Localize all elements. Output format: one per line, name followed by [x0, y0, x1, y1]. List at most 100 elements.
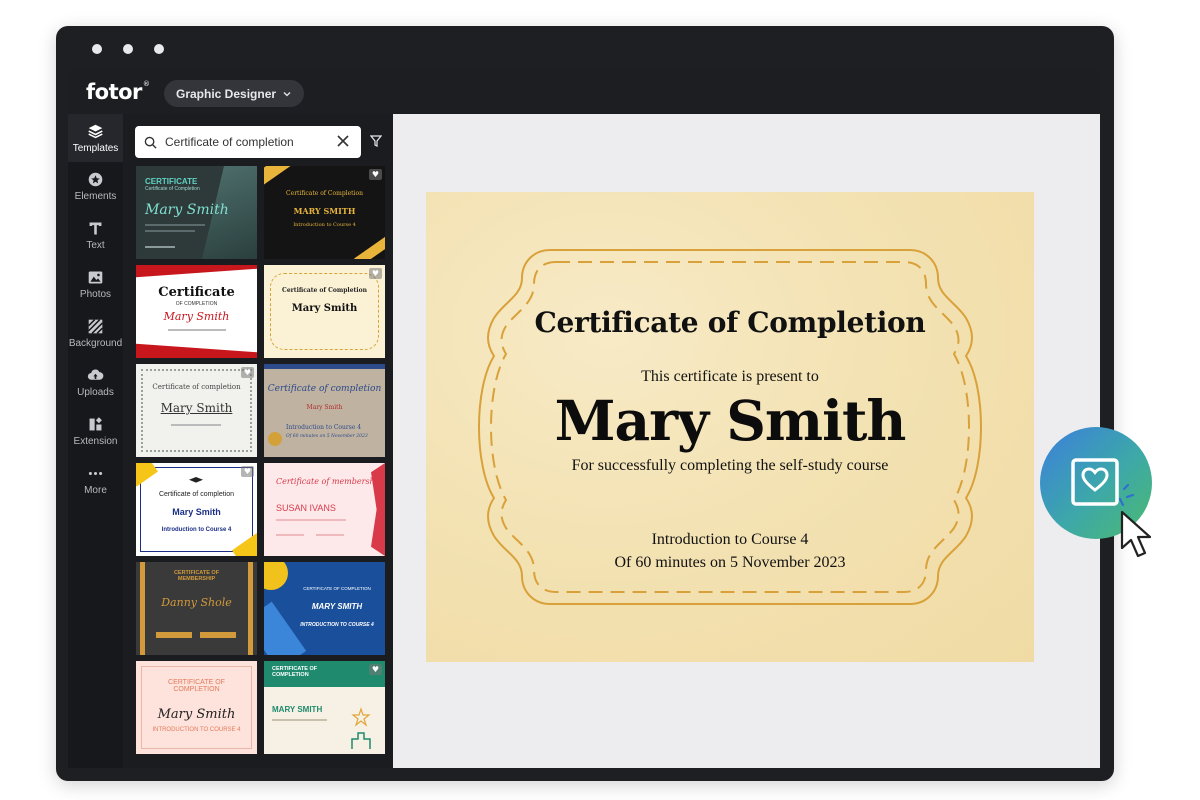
template-thumbnail[interactable]: ♥ Certificate of Completion Mary Smith — [264, 265, 385, 358]
template-name: Mary Smith — [306, 404, 343, 411]
template-name: MARY SMITH — [311, 602, 363, 611]
template-name: Mary Smith — [172, 507, 221, 517]
template-name: Mary Smith — [157, 707, 236, 722]
background-icon — [88, 319, 103, 334]
window-dot[interactable] — [154, 44, 164, 54]
extension-icon — [89, 417, 102, 431]
template-title: Certificate of Completion — [282, 287, 367, 294]
sidebar-label: Background — [68, 338, 123, 349]
template-name: Mary Smith — [291, 303, 358, 314]
template-title: Certificate of Completion — [286, 190, 363, 197]
template-name: Danny Shole — [161, 596, 232, 609]
sidebar-label: Extension — [73, 436, 118, 447]
certificate-canvas[interactable]: Certificate of Completion This certifica… — [426, 192, 1034, 662]
close-icon[interactable] — [336, 134, 350, 148]
template-title: CERTIFICATE OF COMPLETION — [303, 586, 371, 591]
design-canvas-area: Certificate of Completion This certifica… — [393, 114, 1100, 768]
sidebar-label: Templates — [72, 143, 119, 154]
template-thumbnail[interactable]: ♥ Certificate of Completion MARY SMITH I… — [264, 166, 385, 259]
sidebar-label: Uploads — [77, 387, 114, 398]
template-title: CERTIFICATE OF MEMBERSHIP — [173, 570, 220, 582]
mode-dropdown-button[interactable]: Graphic Designer — [164, 80, 305, 107]
template-name: MARY SMITH — [293, 206, 356, 216]
filter-icon[interactable] — [370, 135, 382, 147]
template-search-bar — [135, 126, 361, 158]
window-dot[interactable] — [92, 44, 102, 54]
certificate-present-text[interactable]: This certificate is present to — [426, 368, 1034, 386]
template-search-input[interactable] — [165, 135, 325, 149]
sidebar-item-more[interactable]: More — [68, 465, 123, 496]
sidebar-item-text[interactable]: Text — [68, 220, 123, 251]
template-title: Certificate of completion — [267, 384, 382, 394]
sidebar-label: Text — [86, 240, 105, 251]
premium-icon: ♥ — [369, 664, 382, 675]
logo-text: fotor — [86, 80, 142, 104]
template-title: CERTIFICATE OF COMPLETION — [272, 666, 318, 678]
templates-panel: CERTIFICATE Certificate of Completion Ma… — [123, 114, 393, 768]
mouse-cursor-icon — [1120, 510, 1152, 558]
chevron-down-icon — [283, 91, 291, 96]
template-title: Certificate — [158, 285, 235, 300]
sidebar-item-elements[interactable]: Elements — [68, 171, 123, 202]
fotor-logo[interactable]: fotor® — [86, 80, 150, 104]
template-date: Of 60 minutes on 5 November 2023 — [286, 434, 368, 439]
template-course: Introduction to Course 4 — [286, 424, 362, 431]
star-icon — [351, 707, 371, 749]
template-subtitle: OF COMPLETION — [175, 301, 218, 307]
text-icon — [89, 222, 102, 235]
template-name: SUSAN IVANS — [276, 503, 336, 513]
certificate-recipient-name[interactable]: Mary Smith — [426, 388, 1034, 453]
template-thumbnail[interactable]: ♥ Certificate of completion Mary Smith I… — [136, 463, 257, 556]
certificate-title[interactable]: Certificate of Completion — [426, 306, 1034, 339]
template-name: MARY SMITH — [272, 705, 323, 714]
sidebar-label: Photos — [79, 289, 112, 300]
template-thumbnail[interactable]: CERTIFICATE Certificate of Completion Ma… — [136, 166, 257, 259]
template-name: Mary Smith — [145, 202, 229, 218]
template-thumbnail[interactable]: Certificate OF COMPLETION Mary Smith — [136, 265, 257, 358]
photos-icon — [88, 271, 103, 284]
template-title: Certificate of completion — [152, 383, 241, 391]
sidebar-item-templates[interactable]: Templates — [68, 114, 123, 162]
more-icon — [88, 471, 103, 476]
certificate-reason-text[interactable]: For successfully completing the self-stu… — [426, 457, 1034, 475]
cloud-upload-icon — [87, 369, 104, 380]
browser-window: fotor® Graphic Designer Templates Elemen… — [56, 26, 1114, 781]
search-icon — [144, 136, 157, 149]
template-thumbnail[interactable]: Certificate of completion Mary Smith Int… — [264, 364, 385, 457]
template-title: CERTIFICATE OF COMPLETION — [168, 679, 225, 693]
premium-icon: ♥ — [241, 466, 254, 477]
template-thumbnail[interactable]: ♥ CERTIFICATE OF COMPLETION MARY SMITH — [264, 661, 385, 754]
template-name: Mary Smith — [160, 401, 233, 415]
sidebar-item-extension[interactable]: Extension — [68, 416, 123, 447]
template-course: INTRODUCTION TO COURSE 4 — [300, 622, 374, 628]
template-course: Introduction to Course 4 — [161, 527, 232, 533]
template-course: Introduction to Course 4 — [293, 222, 356, 228]
template-thumbnail[interactable]: CERTIFICATE OF COMPLETION MARY SMITH INT… — [264, 562, 385, 655]
sidebar-label: More — [84, 485, 107, 496]
premium-icon: ♥ — [369, 268, 382, 279]
certificate-course-text[interactable]: Introduction to Course 4 — [426, 531, 1034, 549]
layers-icon — [88, 124, 103, 139]
premium-icon: ♥ — [369, 169, 382, 180]
template-name: Mary Smith — [163, 310, 230, 323]
template-title: Certificate of completion — [158, 491, 235, 498]
template-thumbnail[interactable]: ♥ Certificate of completion Mary Smith — [136, 364, 257, 457]
window-dot[interactable] — [123, 44, 133, 54]
logo-mark: ® — [142, 80, 150, 88]
sidebar-item-background[interactable]: Background — [68, 318, 123, 349]
certificate-date-text[interactable]: Of 60 minutes on 5 November 2023 — [426, 554, 1034, 572]
elements-icon — [88, 172, 103, 187]
template-course: INTRODUCTION TO COURSE 4 — [152, 727, 241, 733]
template-thumbnail[interactable]: Certificate of membership SUSAN IVANS — [264, 463, 385, 556]
template-thumbnail[interactable]: CERTIFICATE OF MEMBERSHIP Danny Shole — [136, 562, 257, 655]
window-controls — [92, 44, 164, 54]
editor-app: fotor® Graphic Designer Templates Elemen… — [68, 70, 1100, 768]
template-thumbnail[interactable]: CERTIFICATE OF COMPLETION Mary Smith INT… — [136, 661, 257, 754]
template-title: CERTIFICATE — [145, 177, 198, 186]
template-title: Certificate of membership — [276, 477, 383, 486]
mode-label: Graphic Designer — [176, 86, 277, 101]
sidebar-item-uploads[interactable]: Uploads — [68, 367, 123, 398]
template-subtitle: Certificate of Completion — [145, 186, 200, 192]
top-bar: fotor® Graphic Designer — [68, 70, 1100, 114]
sidebar-item-photos[interactable]: Photos — [68, 269, 123, 300]
